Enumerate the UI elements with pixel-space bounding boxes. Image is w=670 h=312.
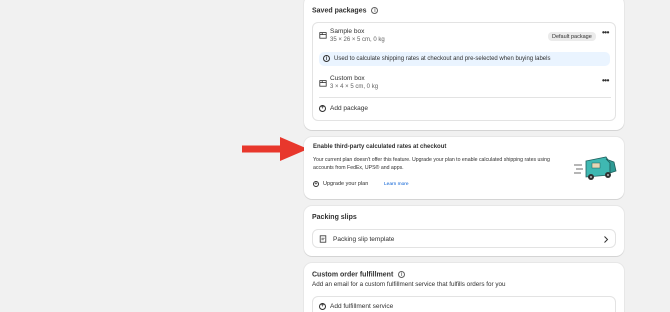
info-icon[interactable]: i bbox=[371, 7, 379, 14]
learn-more-link[interactable]: Learn more bbox=[384, 182, 409, 187]
packing-slip-template-label: Packing slip template bbox=[333, 235, 395, 243]
plus-circle-icon: + bbox=[313, 181, 319, 187]
packing-slips-title: Packing slips bbox=[312, 214, 357, 221]
add-fulfillment-box: + Add fulfillment service bbox=[312, 296, 616, 312]
package-name: Sample box bbox=[330, 28, 365, 35]
package-icon bbox=[319, 32, 327, 39]
saved-packages-card: Saved packages i Sample box 35 × 26 × 5 … bbox=[304, 0, 624, 130]
packages-list: Sample box 35 × 26 × 5 cm, 0 kg Default … bbox=[312, 22, 616, 121]
more-actions-icon[interactable]: ••• bbox=[602, 28, 609, 37]
package-name: Custom box bbox=[330, 75, 365, 82]
third-party-rates-card: Enable third-party calculated rates at c… bbox=[304, 137, 624, 199]
package-dimensions: 3 × 4 × 5 cm, 0 kg bbox=[330, 84, 379, 90]
add-package-button[interactable]: + Add package bbox=[319, 103, 399, 115]
custom-fulfillment-card: Custom order fulfillment i Add an email … bbox=[304, 263, 624, 312]
truck-illustration bbox=[574, 156, 617, 180]
upgrade-plan-button[interactable]: + Upgrade your plan bbox=[313, 180, 375, 190]
saved-packages-title: Saved packages i bbox=[312, 7, 379, 14]
third-party-description: Your current plan doesn't offer this fea… bbox=[313, 157, 550, 171]
add-fulfillment-service-button[interactable]: + Add fulfillment service bbox=[319, 303, 409, 312]
packing-slip-template-row[interactable]: Packing slip template bbox=[312, 229, 616, 248]
package-dimensions: 35 × 26 × 5 cm, 0 kg bbox=[330, 37, 385, 43]
package-icon bbox=[319, 80, 327, 87]
custom-fulfillment-title: Custom order fulfillment i bbox=[312, 271, 406, 278]
plus-circle-icon: + bbox=[319, 105, 326, 112]
custom-fulfillment-description: Add an email for a custom fulfillment se… bbox=[312, 281, 506, 288]
info-icon: i bbox=[323, 55, 330, 62]
chevron-right-icon bbox=[604, 236, 609, 243]
plus-circle-icon: + bbox=[319, 303, 326, 310]
third-party-title: Enable third-party calculated rates at c… bbox=[313, 144, 447, 150]
info-banner-text: Used to calculate shipping rates at chec… bbox=[334, 55, 551, 62]
default-package-badge: Default package bbox=[548, 32, 596, 41]
packing-slips-card: Packing slips Packing slip template bbox=[304, 206, 624, 256]
info-icon[interactable]: i bbox=[398, 271, 406, 278]
more-actions-icon[interactable]: ••• bbox=[602, 76, 609, 85]
divider bbox=[319, 97, 611, 98]
info-banner: i Used to calculate shipping rates at ch… bbox=[319, 52, 610, 66]
arrow-icon bbox=[242, 137, 308, 161]
document-icon bbox=[319, 235, 327, 243]
